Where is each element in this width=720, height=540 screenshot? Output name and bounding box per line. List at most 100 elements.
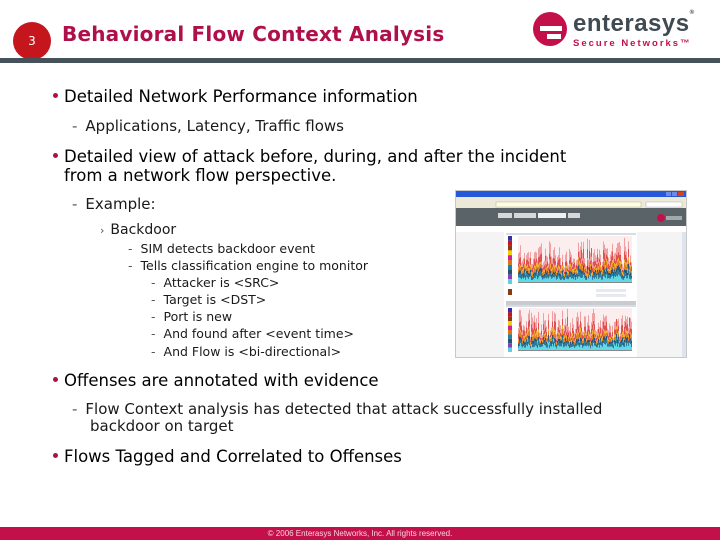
chart-bar-segment <box>568 273 569 276</box>
chart-bar-segment <box>609 275 610 279</box>
chart-bar-segment <box>584 267 585 270</box>
chart-bar-segment <box>593 267 594 272</box>
chart-bar-segment <box>594 333 595 338</box>
chart-bar-segment <box>556 343 557 345</box>
scrollbar <box>682 232 686 357</box>
chart-bar-segment <box>540 271 541 276</box>
chart-bar-segment <box>548 313 549 321</box>
chart-bar-segment <box>626 257 627 263</box>
chart-bar-segment <box>533 344 534 348</box>
monitor-condition-1-text: Attacker is <SRC> <box>163 275 280 290</box>
chart-bar-segment <box>621 343 622 347</box>
chart-bar-segment <box>611 346 612 350</box>
chart-bar-segment <box>529 275 530 278</box>
chart-bar-segment <box>578 259 579 266</box>
chart-bar-segment <box>536 318 537 328</box>
chart-bar-segment <box>558 341 559 346</box>
chart-bar-segment <box>611 343 612 347</box>
chart-bar-segment <box>538 266 539 272</box>
chart-bar-segment <box>547 344 548 346</box>
chart-bar-segment <box>627 343 628 350</box>
chart-bar-segment <box>626 269 627 276</box>
chart-bar-segment <box>628 335 629 338</box>
chart-bar-segment <box>627 336 628 340</box>
chart-bar-segment <box>541 268 542 273</box>
chart-bar-segment <box>564 335 565 338</box>
chart-bar-segment <box>597 344 598 348</box>
chart-bar-segment <box>560 280 561 282</box>
monitor-condition-4-text: And found after <event time> <box>163 326 355 341</box>
chart-bar-segment <box>605 333 606 339</box>
chart-bar-segment <box>604 333 605 337</box>
chart-bar-segment <box>520 265 521 268</box>
chart-bar-segment <box>568 271 569 274</box>
chart-bar-segment <box>555 321 556 331</box>
example-label: Example: <box>85 195 156 213</box>
chart-bar-segment <box>625 322 626 329</box>
chart-bar-segment <box>594 269 595 272</box>
chart-bar-segment <box>571 271 572 275</box>
chart-bar-segment <box>591 335 592 341</box>
chart-bar-segment <box>585 326 586 334</box>
chart-bar-segment <box>554 329 555 332</box>
chart-bar-segment <box>588 331 589 336</box>
backdoor-label: Backdoor <box>110 222 177 238</box>
chart-bar-segment <box>583 269 584 275</box>
chart-bar-segment <box>565 345 566 350</box>
chart-bar-segment <box>526 345 527 350</box>
chart-bar-segment <box>534 330 535 334</box>
chart-bar-segment <box>524 330 525 336</box>
chart-bar-segment <box>600 270 601 275</box>
chart-bar-segment <box>600 254 601 262</box>
chart-bar-segment <box>592 334 593 340</box>
chart-bar-segment <box>563 265 564 270</box>
chart-bar-segment <box>569 344 570 347</box>
chart-bar-segment <box>531 331 532 334</box>
chart-bar-segment <box>613 278 614 282</box>
chart-bar-segment <box>586 274 587 277</box>
chart-bar-segment <box>587 238 588 249</box>
chart-bar-segment <box>608 270 609 273</box>
flow-chart-bottom <box>506 301 636 355</box>
chart-bar-segment <box>527 343 528 347</box>
chart-bar-segment <box>622 271 623 274</box>
chart-bar-segment <box>559 329 560 334</box>
chart-bar-segment <box>564 280 565 282</box>
chart-bar-segment <box>549 241 550 254</box>
chart-bar-segment <box>565 271 566 275</box>
chart-bar-segment <box>603 258 604 262</box>
chart-bar-segment <box>576 317 577 329</box>
chart-bar-segment <box>538 277 539 282</box>
chart-bar-segment <box>589 336 590 340</box>
chart-bar-segment <box>602 262 603 266</box>
chart-bar-segment <box>532 278 533 281</box>
chart-bar-segment <box>560 270 561 275</box>
chart-bar-segment <box>550 270 551 274</box>
chart-bar-segment <box>597 275 598 282</box>
chart-bar-segment <box>588 346 589 350</box>
chart-bar-segment <box>596 275 597 279</box>
chart-bar-segment <box>568 343 569 347</box>
chart-bar-segment <box>630 328 631 333</box>
chart-bar-segment <box>573 330 574 337</box>
chart-bar-segment <box>608 263 609 270</box>
chart-bar-segment <box>546 336 547 339</box>
chart-bar-segment <box>576 335 577 339</box>
window-max-icon <box>672 192 677 196</box>
chart-bar-segment <box>552 339 553 344</box>
chart-bar-segment <box>628 268 629 276</box>
legend-swatch <box>508 245 512 251</box>
chart-bar-segment <box>560 343 561 347</box>
chart-bar-segment <box>549 263 550 270</box>
chart-bar-segment <box>590 342 591 345</box>
chart-bar-segment <box>621 337 622 340</box>
chart-bar-segment <box>518 274 519 278</box>
chart-bar-segment <box>601 338 602 341</box>
chart-bar-segment <box>547 335 548 339</box>
chart-bar-segment <box>545 269 546 274</box>
chart-bar-segment <box>594 278 595 282</box>
chart-bar-segment <box>606 274 607 282</box>
chart-bar-segment <box>558 327 559 333</box>
chart-bar-segment <box>627 278 628 282</box>
chart-bar-segment <box>571 254 572 263</box>
